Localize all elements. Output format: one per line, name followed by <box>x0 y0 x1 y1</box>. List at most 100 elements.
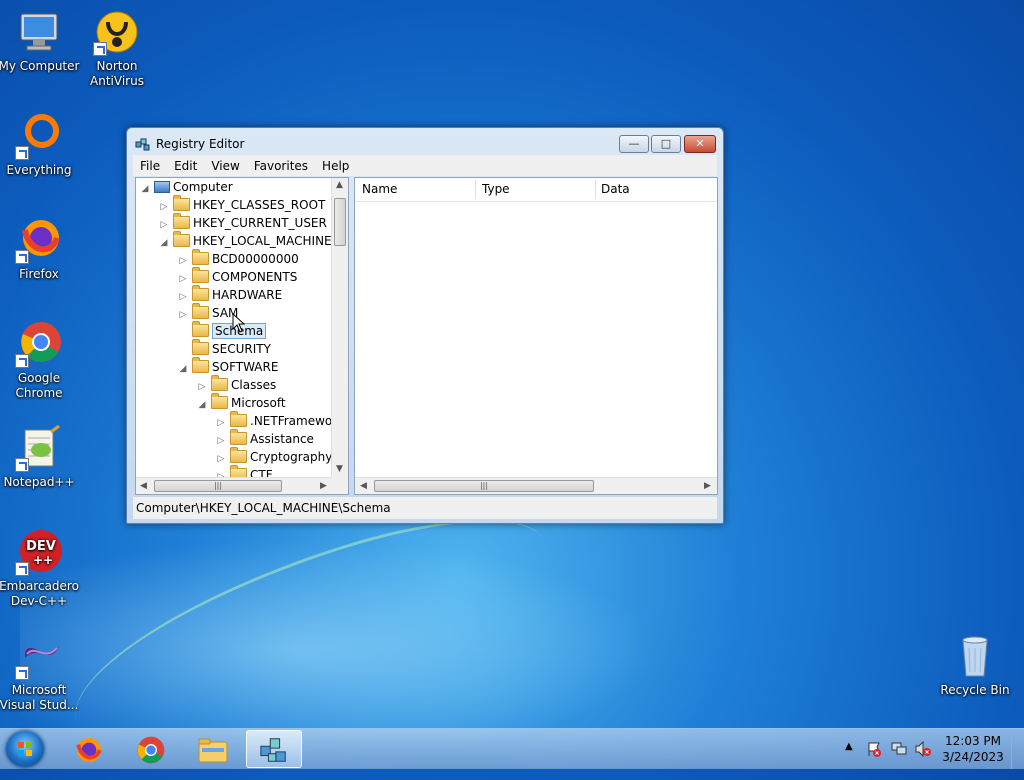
desktop-icon-my-computer[interactable]: My Computer <box>0 8 81 74</box>
show-hidden-icons-arrow-icon[interactable]: ▲ <box>845 741 853 752</box>
collapse-arrow-icon[interactable]: ◢ <box>197 396 207 414</box>
shortcut-arrow-icon <box>93 42 107 56</box>
scrollbar-thumb[interactable]: ||| <box>374 480 594 492</box>
folder-icon <box>173 213 190 229</box>
taskbar-explorer-button[interactable] <box>185 730 241 768</box>
window-title: Registry Editor <box>156 137 245 151</box>
collapse-arrow-icon[interactable]: ◢ <box>178 360 188 378</box>
column-header-name[interactable]: Name <box>362 182 397 196</box>
menu-edit[interactable]: Edit <box>167 159 204 173</box>
column-header-row: Name Type Data <box>355 178 717 202</box>
mouse-cursor-icon <box>232 313 246 333</box>
tree-node-hkey-classes-root[interactable]: ▷ HKEY_CLASSES_ROOT <box>159 195 325 214</box>
collapse-arrow-icon[interactable]: ◢ <box>140 180 150 198</box>
maximize-button[interactable]: □ <box>651 135 681 153</box>
taskbar-chrome-button[interactable] <box>123 730 179 768</box>
desktop-icon-label: Firefox <box>19 267 59 281</box>
title-bar[interactable]: Registry Editor — □ ✕ <box>127 128 723 158</box>
scroll-left-arrow-icon[interactable]: ◀ <box>360 481 367 491</box>
folder-icon <box>211 393 228 409</box>
folder-icon <box>173 231 190 247</box>
computer-icon <box>15 8 63 56</box>
menu-favorites[interactable]: Favorites <box>247 159 315 173</box>
desktop-icon-everything[interactable]: Everything <box>0 112 81 178</box>
desktop-icon-google-chrome[interactable]: Google Chrome <box>0 320 81 401</box>
folder-icon <box>230 411 247 427</box>
menu-file[interactable]: File <box>133 159 167 173</box>
scroll-up-arrow-icon[interactable]: ▲ <box>336 180 343 190</box>
start-button[interactable] <box>6 731 44 767</box>
desktop-icon-firefox[interactable]: Firefox <box>0 216 81 282</box>
desktop-icon-label: Recycle Bin <box>940 683 1010 697</box>
tree-node-sam[interactable]: ▷ SAM <box>178 303 238 322</box>
collapse-arrow-icon[interactable]: ◢ <box>159 234 169 252</box>
tree-node-hardware[interactable]: ▷ HARDWARE <box>178 285 282 304</box>
shortcut-arrow-icon <box>15 146 29 160</box>
tree-node-hkey-current-user[interactable]: ▷ HKEY_CURRENT_USER <box>159 213 327 232</box>
desktop-icon-norton-antivirus[interactable]: Norton AntiVirus <box>75 8 159 89</box>
dev-icon-text: DEV <box>26 539 56 554</box>
computer-icon <box>154 181 170 193</box>
tree-node-schema[interactable]: Schema <box>178 321 267 340</box>
show-desktop-button[interactable] <box>1011 729 1024 769</box>
registry-editor-window[interactable]: Registry Editor — □ ✕ File Edit View Fav… <box>126 127 724 524</box>
tree-horizontal-scrollbar[interactable]: ◀ ||| ▶ <box>136 477 332 494</box>
folder-icon <box>230 447 247 463</box>
action-center-flag-icon[interactable] <box>866 741 882 757</box>
tree-node-bcd[interactable]: ▷ BCD00000000 <box>178 249 299 268</box>
desktop-icon-label: Norton AntiVirus <box>90 59 144 88</box>
scroll-down-arrow-icon[interactable]: ▼ <box>336 464 343 474</box>
scroll-corner <box>331 477 348 494</box>
scrollbar-thumb[interactable] <box>334 198 346 246</box>
column-separator[interactable] <box>475 180 476 199</box>
scrollbar-thumb[interactable]: ||| <box>154 480 282 492</box>
tree-node-components[interactable]: ▷ COMPONENTS <box>178 267 297 286</box>
tree-node-hkey-local-machine[interactable]: ◢ HKEY_LOCAL_MACHINE <box>159 231 332 252</box>
folder-icon <box>192 339 209 355</box>
scroll-right-arrow-icon[interactable]: ▶ <box>704 481 711 491</box>
tree-node-classes[interactable]: ▷ Classes <box>197 375 276 394</box>
scroll-right-arrow-icon[interactable]: ▶ <box>320 481 327 491</box>
menu-bar: File Edit View Favorites Help <box>133 155 717 176</box>
tree-node-assistance[interactable]: ▷ Assistance <box>216 429 314 448</box>
tree-node-software[interactable]: ◢ SOFTWARE <box>178 357 278 378</box>
taskbar-registry-editor-button[interactable] <box>246 730 302 768</box>
registry-tree-pane[interactable]: ◢ Computer ▷ HKEY_CLASSES_ROOT ▷ HKEY_CURRE… <box>135 177 349 495</box>
folder-icon <box>230 429 247 445</box>
menu-help[interactable]: Help <box>315 159 356 173</box>
clock-time: 12:03 PM <box>945 734 1001 748</box>
values-horizontal-scrollbar[interactable]: ◀ ||| ▶ <box>355 477 717 494</box>
column-separator[interactable] <box>595 180 596 199</box>
tree-node-microsoft[interactable]: ◢ Microsoft <box>197 393 286 414</box>
tree-node-netframework[interactable]: ▷ .NETFramewor <box>216 411 332 430</box>
system-clock[interactable]: 12:03 PM 3/24/2023 <box>940 733 1006 765</box>
close-button[interactable]: ✕ <box>684 135 716 153</box>
folder-icon <box>192 285 209 301</box>
tree-vertical-scrollbar[interactable]: ▲ ▼ <box>331 178 348 478</box>
scroll-left-arrow-icon[interactable]: ◀ <box>140 481 147 491</box>
taskbar-firefox-button[interactable] <box>61 730 117 768</box>
column-header-type[interactable]: Type <box>482 182 510 196</box>
menu-view[interactable]: View <box>204 159 246 173</box>
network-icon[interactable] <box>890 741 908 757</box>
registry-values-pane[interactable]: Name Type Data ◀ ||| ▶ <box>354 177 718 495</box>
shortcut-arrow-icon <box>15 354 29 368</box>
desktop-icon-visual-studio[interactable]: Microsoft Visual Stud... <box>0 632 81 713</box>
tree-node-cryptography[interactable]: ▷ Cryptography <box>216 447 332 466</box>
visual-studio-icon <box>15 632 63 680</box>
folder-icon <box>192 321 209 337</box>
firefox-icon <box>76 738 102 762</box>
chrome-icon <box>15 320 63 368</box>
desktop-icon-dev-cpp[interactable]: DEV ++ Embarcadero Dev-C++ <box>0 528 81 609</box>
norton-icon <box>93 8 141 56</box>
notepad-plus-plus-icon <box>15 424 63 472</box>
desktop-icon-notepad-plus-plus[interactable]: Notepad++ <box>0 424 81 490</box>
tree-node-computer[interactable]: ◢ Computer <box>140 178 233 196</box>
column-header-data[interactable]: Data <box>601 182 630 196</box>
dev-cpp-icon: DEV ++ <box>15 528 63 576</box>
tree-node-security[interactable]: SECURITY <box>178 339 271 358</box>
volume-muted-icon[interactable] <box>914 741 932 757</box>
minimize-button[interactable]: — <box>619 135 649 153</box>
folder-icon <box>173 195 190 211</box>
desktop-icon-recycle-bin[interactable]: Recycle Bin <box>933 632 1017 698</box>
